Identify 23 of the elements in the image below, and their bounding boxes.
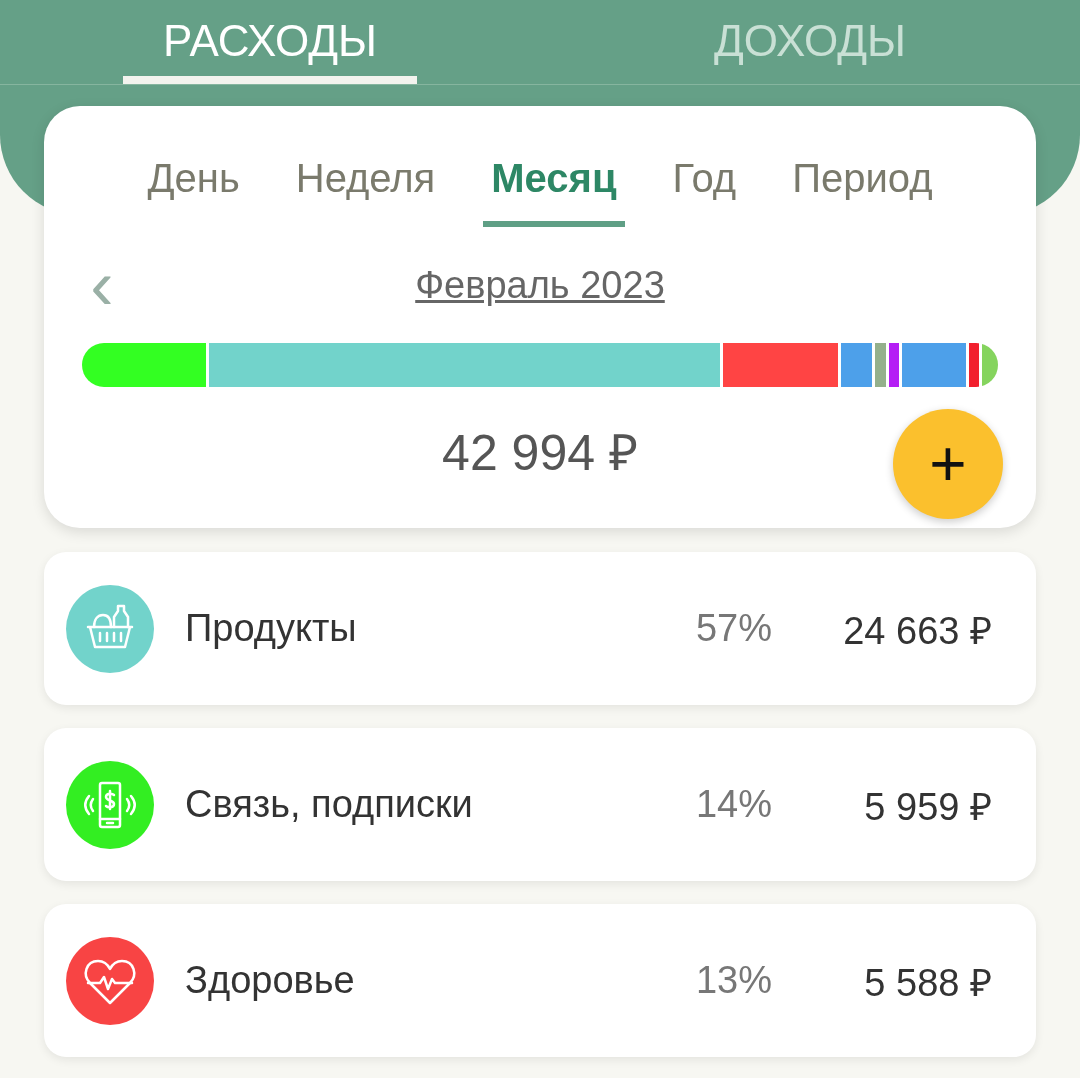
category-amount: 5 959 ₽ xyxy=(863,784,992,830)
tab[interactable]: ДОХОДЫ xyxy=(540,0,1080,84)
back-button[interactable]: ‹ xyxy=(82,255,122,315)
period-tab[interactable]: Период xyxy=(784,152,941,227)
category-card[interactable]: Связь, подписки 14% 5 959 ₽ xyxy=(44,728,1036,881)
category-percent: 13% xyxy=(694,959,772,1002)
category-percent: 57% xyxy=(694,607,772,650)
total-amount: 42 994 ₽ xyxy=(442,424,638,483)
period-tab[interactable]: День xyxy=(139,152,248,227)
category-card[interactable]: Здоровье 13% 5 588 ₽ xyxy=(44,904,1036,1057)
category-name: Продукты xyxy=(185,607,358,650)
category-card[interactable]: Продукты 57% 24 663 ₽ xyxy=(44,552,1036,705)
period-tab[interactable]: Неделя xyxy=(287,152,444,227)
add-button[interactable]: + xyxy=(893,409,1003,519)
category-name: Связь, подписки xyxy=(185,783,474,826)
period-tab[interactable]: Месяц xyxy=(483,152,625,227)
category-amount: 5 588 ₽ xyxy=(863,960,992,1006)
month-label[interactable]: Февраль 2023 xyxy=(122,263,958,307)
category-amount: 24 663 ₽ xyxy=(842,608,992,654)
tab[interactable]: РАСХОДЫ xyxy=(0,0,540,84)
category-name: Здоровье xyxy=(185,959,356,1002)
period-tab[interactable]: Год xyxy=(664,152,745,227)
category-percent: 14% xyxy=(694,783,772,826)
